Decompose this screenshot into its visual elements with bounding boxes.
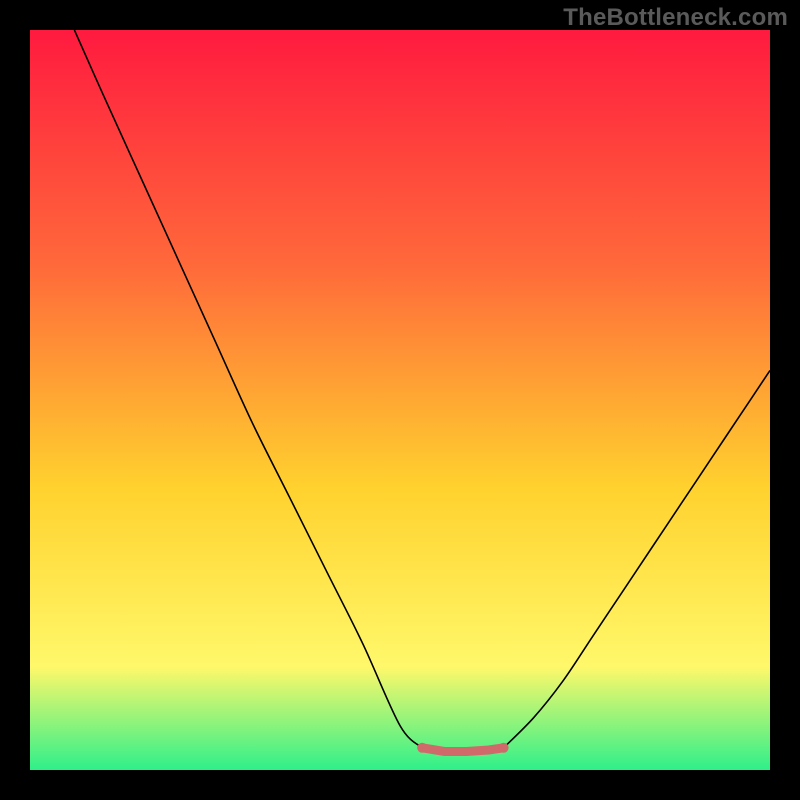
flat-segment-path — [422, 748, 503, 752]
flat-end-dot — [499, 743, 509, 753]
flat-start-dot — [417, 743, 427, 753]
chart-stage: TheBottleneck.com — [0, 0, 800, 800]
left-curve-path — [74, 30, 422, 748]
plot-area — [30, 30, 770, 770]
curve-layer — [30, 30, 770, 770]
right-curve-path — [504, 370, 770, 747]
watermark-text: TheBottleneck.com — [563, 4, 788, 32]
